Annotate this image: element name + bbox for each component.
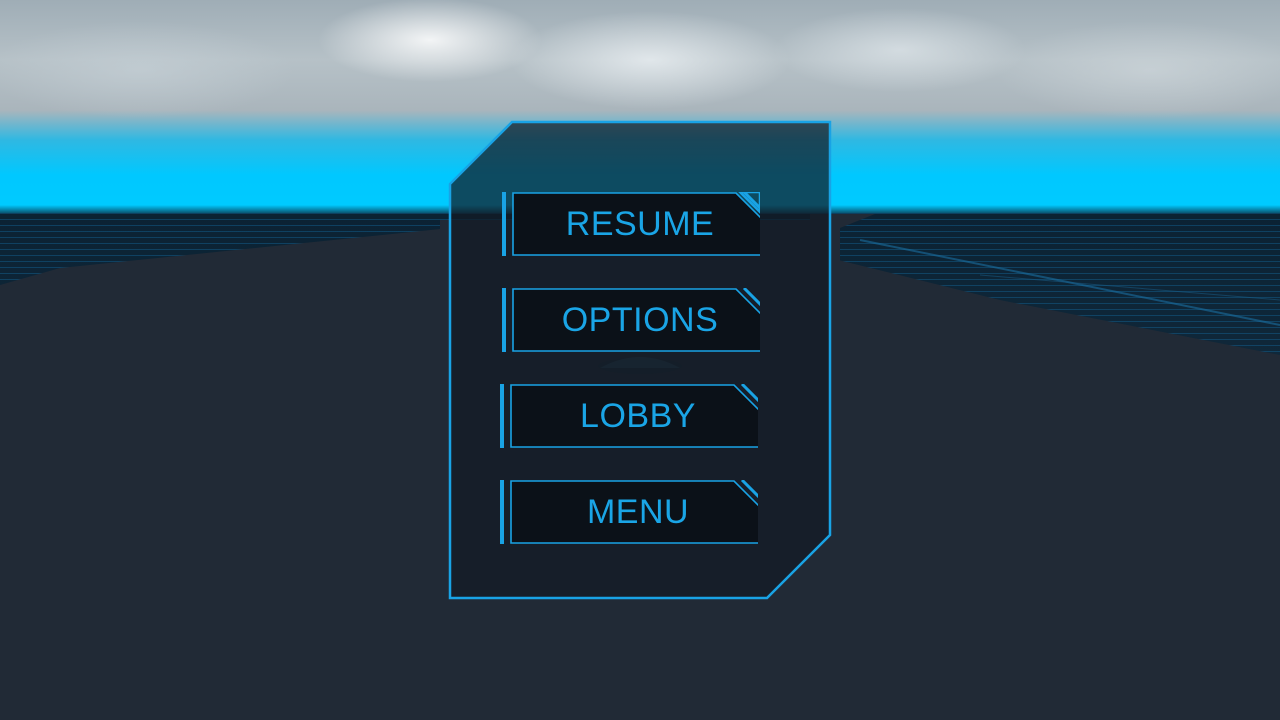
resume-button-label: RESUME <box>565 205 715 243</box>
lobby-button-label: LOBBY <box>580 397 696 435</box>
game-scene: RESUME OPTIONS LOBBY MENU <box>0 0 1280 720</box>
resume-button[interactable]: RESUME <box>502 192 760 256</box>
pause-menu-panel: RESUME OPTIONS LOBBY MENU <box>448 120 832 600</box>
options-button[interactable]: OPTIONS <box>502 288 760 352</box>
menu-button-label: MENU <box>586 493 690 531</box>
lobby-button[interactable]: LOBBY <box>500 384 758 448</box>
options-button-label: OPTIONS <box>561 301 719 339</box>
menu-button[interactable]: MENU <box>500 480 758 544</box>
